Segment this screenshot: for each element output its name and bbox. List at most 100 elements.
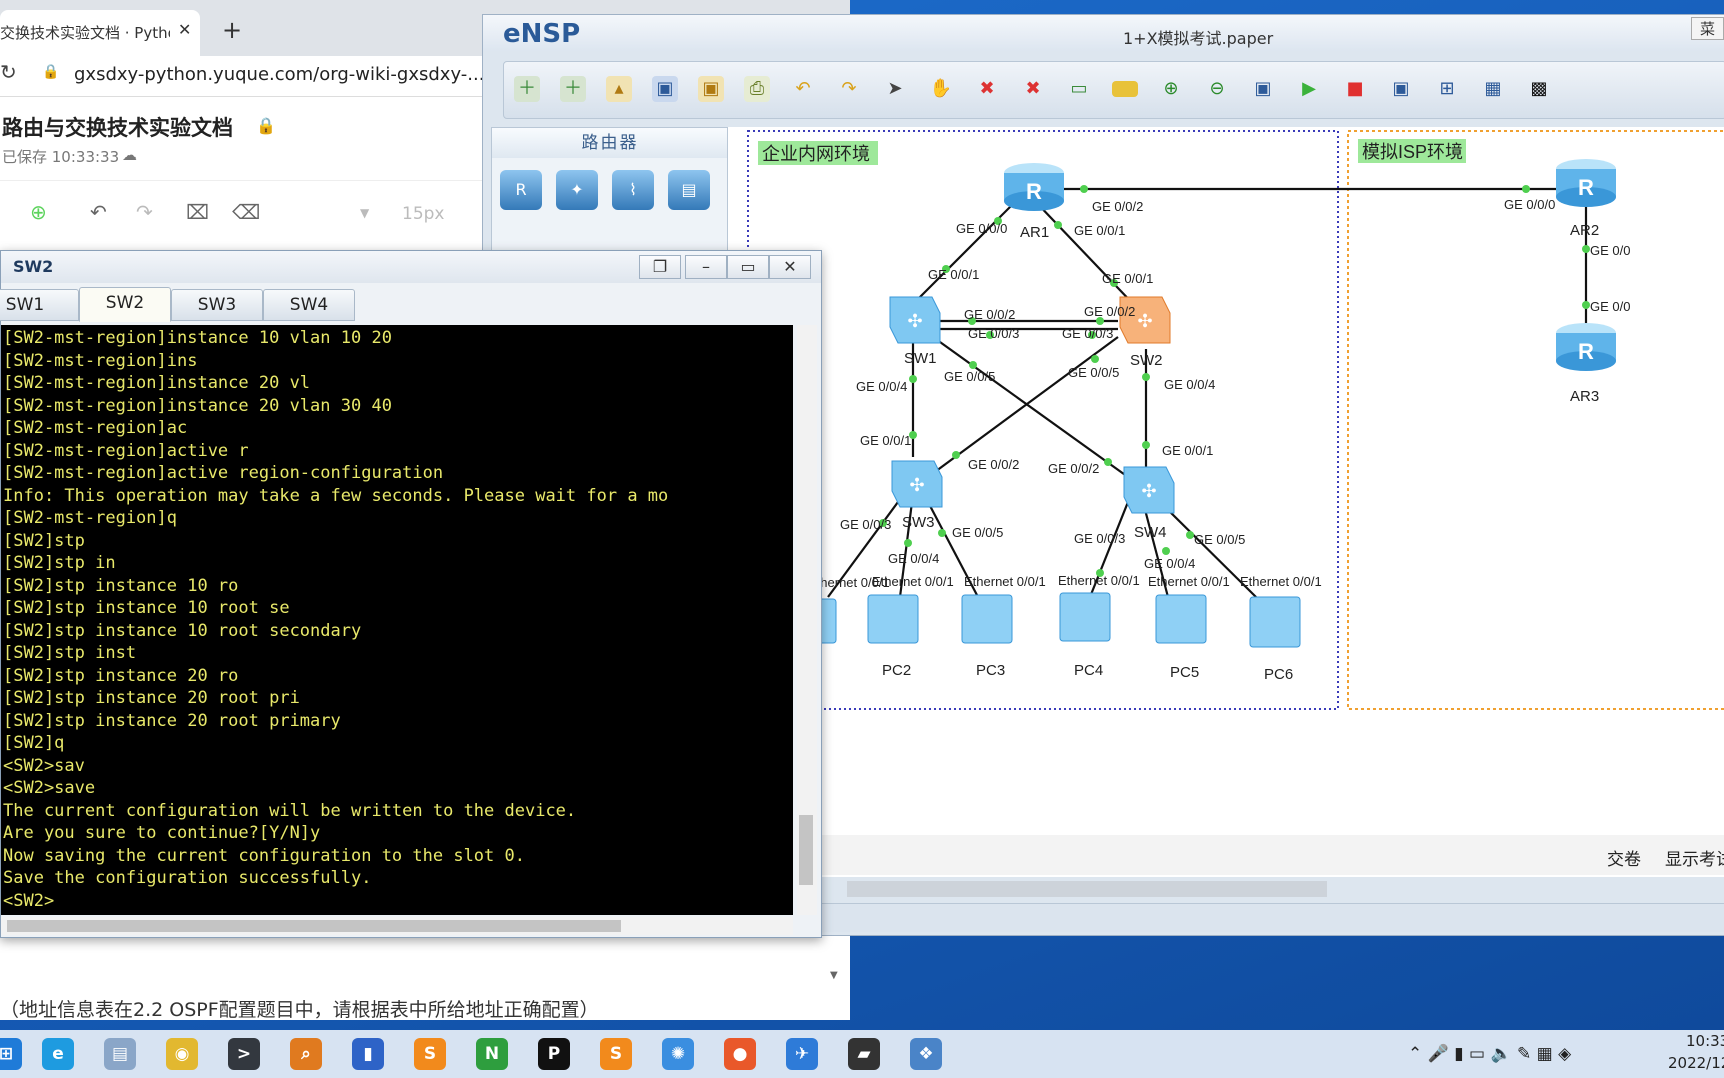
- rect-icon[interactable]: [1112, 81, 1138, 97]
- undo-icon[interactable]: ↶: [90, 200, 107, 224]
- text-icon[interactable]: ▭: [1066, 76, 1092, 102]
- scroll-thumb[interactable]: [799, 815, 813, 885]
- format-painter-icon[interactable]: ⌧: [186, 200, 209, 224]
- wireless-icon[interactable]: ⌇: [612, 170, 654, 210]
- start-icon[interactable]: ⊞: [0, 1038, 22, 1070]
- switch-SW4[interactable]: ✣: [1123, 466, 1175, 514]
- port-label: Ethernet 0/0/1: [872, 574, 954, 589]
- terminal-vertical-scrollbar[interactable]: [797, 325, 817, 915]
- screenshot-icon[interactable]: ▩: [1526, 76, 1552, 102]
- new-tab-button[interactable]: +: [222, 16, 242, 44]
- tab-sw2[interactable]: SW2: [79, 287, 171, 322]
- device-label: SW1: [904, 350, 937, 367]
- terminal-output[interactable]: [SW2-mst-region]instance 10 vlan 10 20 [S…: [1, 325, 793, 915]
- router-icon[interactable]: R: [500, 170, 542, 210]
- port-label: GE 0/0/2: [1092, 199, 1143, 214]
- app-icon[interactable]: ✈: [786, 1038, 818, 1070]
- delete-link-icon[interactable]: ✖: [1020, 76, 1046, 102]
- scroll-thumb[interactable]: [7, 920, 621, 932]
- redo-icon[interactable]: ↷: [136, 200, 153, 224]
- app-icon[interactable]: ▮: [352, 1038, 384, 1070]
- print-icon[interactable]: ⎙: [744, 76, 770, 102]
- pc-icon[interactable]: [1155, 594, 1207, 644]
- system-tray[interactable]: ⌃ 🎤 ▮ ▭ 🔈 ✎ ▦ ◈: [1408, 1044, 1571, 1064]
- topology-canvas[interactable]: 企业内网环境 模拟ISP环境 R AR1 R AR2 R AR3 ✣ SW1 ✣…: [727, 127, 1724, 877]
- tab-sw1[interactable]: SW1: [0, 289, 79, 321]
- eraser-icon[interactable]: ⌫: [232, 200, 260, 224]
- router-AR3[interactable]: R: [1556, 323, 1616, 371]
- minimize-icon[interactable]: –: [685, 255, 727, 279]
- switch-SW3[interactable]: ✣: [891, 460, 943, 508]
- canvas-scrollbar[interactable]: [847, 881, 1327, 897]
- delete-icon[interactable]: ✖: [974, 76, 1000, 102]
- switch-SW1[interactable]: ✣: [889, 296, 941, 344]
- url-field[interactable]: gxsdxy-python.yuque.com/org-wiki-gxsdxy-…: [74, 64, 484, 85]
- pycharm-icon[interactable]: P: [538, 1038, 570, 1070]
- edge-icon[interactable]: e: [42, 1038, 74, 1070]
- add-icon[interactable]: ⊕: [30, 200, 47, 224]
- clock-time[interactable]: 10:33: [1686, 1032, 1724, 1050]
- port-label: GE 0/0/2: [968, 457, 1019, 472]
- start-icon[interactable]: ▶: [1296, 76, 1322, 102]
- pc-icon[interactable]: [1249, 596, 1301, 648]
- device-label: SW4: [1134, 524, 1167, 541]
- site-info-icon[interactable]: 🔒: [42, 64, 59, 80]
- pc-icon[interactable]: [867, 594, 919, 644]
- redo-icon[interactable]: ↷: [836, 76, 862, 102]
- terminal-icon[interactable]: >: [228, 1038, 260, 1070]
- router-AR2[interactable]: R: [1556, 159, 1616, 207]
- font-size-select[interactable]: 15px: [402, 204, 444, 224]
- notion-icon[interactable]: N: [476, 1038, 508, 1070]
- device-label: PC5: [1170, 664, 1199, 681]
- tab-sw4[interactable]: SW4: [263, 289, 355, 321]
- terminal-horizontal-scrollbar[interactable]: [1, 917, 793, 935]
- hand-icon[interactable]: ✋: [928, 76, 954, 102]
- browser-tab[interactable]: 交换技术实验文档 · Pytho ✕: [0, 10, 200, 56]
- menu-button[interactable]: 菜: [1691, 17, 1724, 40]
- stop-icon[interactable]: ■: [1342, 76, 1368, 102]
- save-icon[interactable]: ▣: [652, 76, 678, 102]
- pc-icon[interactable]: [961, 594, 1013, 644]
- svg-text:✣: ✣: [1141, 481, 1156, 501]
- tab-close-icon[interactable]: ✕: [178, 20, 191, 39]
- app-icon[interactable]: ▰: [848, 1038, 880, 1070]
- router-AR1[interactable]: R: [1004, 163, 1064, 211]
- terminal-line: The current configuration will be writte…: [3, 800, 577, 821]
- port-label: GE 0/0/0: [956, 221, 1007, 236]
- terminal-title-bar[interactable]: SW2 ❐ – ▭ ✕: [1, 251, 821, 283]
- sublime-icon[interactable]: S: [600, 1038, 632, 1070]
- maximize-icon[interactable]: ▭: [727, 255, 769, 279]
- svg-text:✣: ✣: [909, 475, 924, 495]
- tab-sw3[interactable]: SW3: [171, 289, 263, 321]
- clock-date[interactable]: 2022/12: [1668, 1054, 1724, 1072]
- new-topo-icon[interactable]: ＋: [514, 76, 540, 102]
- sublime-icon[interactable]: S: [414, 1038, 446, 1070]
- firefox-icon[interactable]: ●: [724, 1038, 756, 1070]
- restore-icon[interactable]: ❐: [639, 255, 681, 279]
- show-exam-button[interactable]: 显示考试: [1665, 845, 1724, 870]
- capture-icon[interactable]: ▣: [1388, 76, 1414, 102]
- reload-icon[interactable]: ↻: [0, 60, 17, 84]
- search-icon[interactable]: ⌕: [290, 1038, 322, 1070]
- firewall-icon[interactable]: ▤: [668, 170, 710, 210]
- save-as-icon[interactable]: ▣: [698, 76, 724, 102]
- ensp-taskbar-icon[interactable]: ❖: [910, 1038, 942, 1070]
- zoom-in-icon[interactable]: ⊕: [1158, 76, 1184, 102]
- topo-icon[interactable]: ⊞: [1434, 76, 1460, 102]
- router-icon[interactable]: ✦: [556, 170, 598, 210]
- select-icon[interactable]: ➤: [882, 76, 908, 102]
- new-exam-icon[interactable]: ＋: [560, 76, 586, 102]
- chevron-down-icon[interactable]: ▼: [360, 206, 369, 220]
- fit-icon[interactable]: ▣: [1250, 76, 1276, 102]
- pc-icon[interactable]: [1059, 592, 1111, 642]
- open-icon[interactable]: ▴: [606, 76, 632, 102]
- zoom-out-icon[interactable]: ⊖: [1204, 76, 1230, 102]
- chrome-icon[interactable]: ◉: [166, 1038, 198, 1070]
- app-icon[interactable]: ✺: [662, 1038, 694, 1070]
- close-icon[interactable]: ✕: [769, 255, 811, 279]
- undo-icon[interactable]: ↶: [790, 76, 816, 102]
- scroll-down-icon[interactable]: ▼: [830, 970, 838, 981]
- grid-icon[interactable]: ▦: [1480, 76, 1506, 102]
- files-icon[interactable]: ▤: [104, 1038, 136, 1070]
- submit-exam-button[interactable]: 交卷: [1607, 845, 1641, 870]
